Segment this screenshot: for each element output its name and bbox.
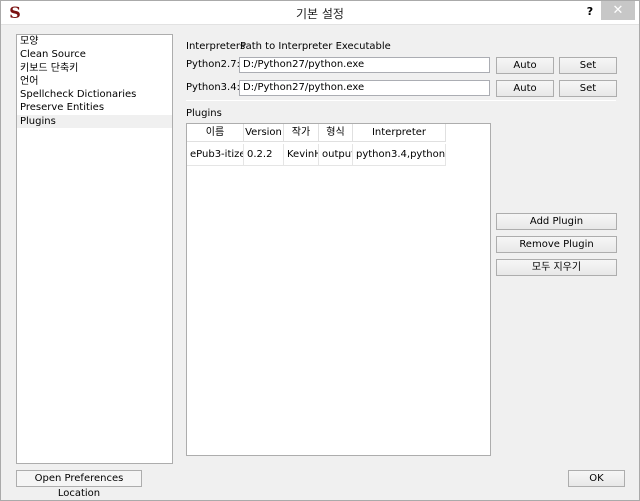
python34-label: Python3.4:: [186, 82, 240, 93]
python34-auto-button[interactable]: Auto: [496, 80, 554, 97]
cell-interpreter: python3.4,python2.7: [353, 144, 446, 166]
column-header-interpreter[interactable]: Interpreter: [353, 124, 446, 142]
title-bar: S 기본 설정 ? ✕: [1, 1, 639, 25]
preferences-window: S 기본 설정 ? ✕ 모양 Clean Source 키보드 단축키 언어 S…: [0, 0, 640, 501]
sidebar-item-language[interactable]: 언어: [17, 75, 172, 88]
plugins-table-header: 이름 Version 작가 형식 Interpreter: [187, 124, 490, 142]
close-icon: ✕: [612, 3, 624, 18]
table-row[interactable]: ePub3-itizer 0.2.2 KevinH output python3…: [187, 144, 446, 166]
clear-all-button[interactable]: 모두 지우기: [496, 259, 617, 276]
cell-version: 0.2.2: [244, 144, 284, 166]
add-plugin-button[interactable]: Add Plugin: [496, 213, 617, 230]
cell-author: KevinH: [284, 144, 319, 166]
path-heading: Path to Interpreter Executable: [240, 41, 391, 52]
plugins-table[interactable]: 이름 Version 작가 형식 Interpreter ePub3-itize…: [186, 123, 491, 456]
python34-path-input[interactable]: D:/Python27/python.exe: [239, 80, 490, 96]
sidebar-item-spellcheck-dictionaries[interactable]: Spellcheck Dictionaries: [17, 88, 172, 101]
help-button[interactable]: ?: [583, 4, 597, 20]
section-divider: [186, 100, 616, 101]
python27-auto-button[interactable]: Auto: [496, 57, 554, 74]
python27-label: Python2.7:: [186, 59, 240, 70]
interpreters-heading: Interpreters: [186, 41, 246, 52]
column-header-version[interactable]: Version: [244, 124, 284, 142]
open-preferences-location-button[interactable]: Open Preferences Location: [16, 470, 142, 499]
category-list[interactable]: 모양 Clean Source 키보드 단축키 언어 Spellcheck Di…: [16, 34, 173, 464]
ok-button[interactable]: OK: [568, 470, 625, 487]
sidebar-item-keyboard-shortcuts[interactable]: 키보드 단축키: [17, 62, 172, 75]
column-header-name[interactable]: 이름: [187, 124, 244, 142]
column-header-type[interactable]: 형식: [319, 124, 353, 142]
plugins-heading: Plugins: [186, 108, 222, 119]
window-title: 기본 설정: [296, 7, 344, 21]
column-header-author[interactable]: 작가: [284, 124, 319, 142]
sidebar-item-appearance[interactable]: 모양: [17, 35, 172, 48]
close-button[interactable]: ✕: [601, 1, 635, 20]
sidebar-item-clean-source[interactable]: Clean Source: [17, 48, 172, 61]
cell-type: output: [319, 144, 353, 166]
python27-path-input[interactable]: D:/Python27/python.exe: [239, 57, 490, 73]
sidebar-item-preserve-entities[interactable]: Preserve Entities: [17, 101, 172, 114]
sidebar-item-plugins[interactable]: Plugins: [17, 114, 172, 129]
python34-set-button[interactable]: Set: [559, 80, 617, 97]
remove-plugin-button[interactable]: Remove Plugin: [496, 236, 617, 253]
cell-name: ePub3-itizer: [187, 144, 244, 166]
python27-set-button[interactable]: Set: [559, 57, 617, 74]
